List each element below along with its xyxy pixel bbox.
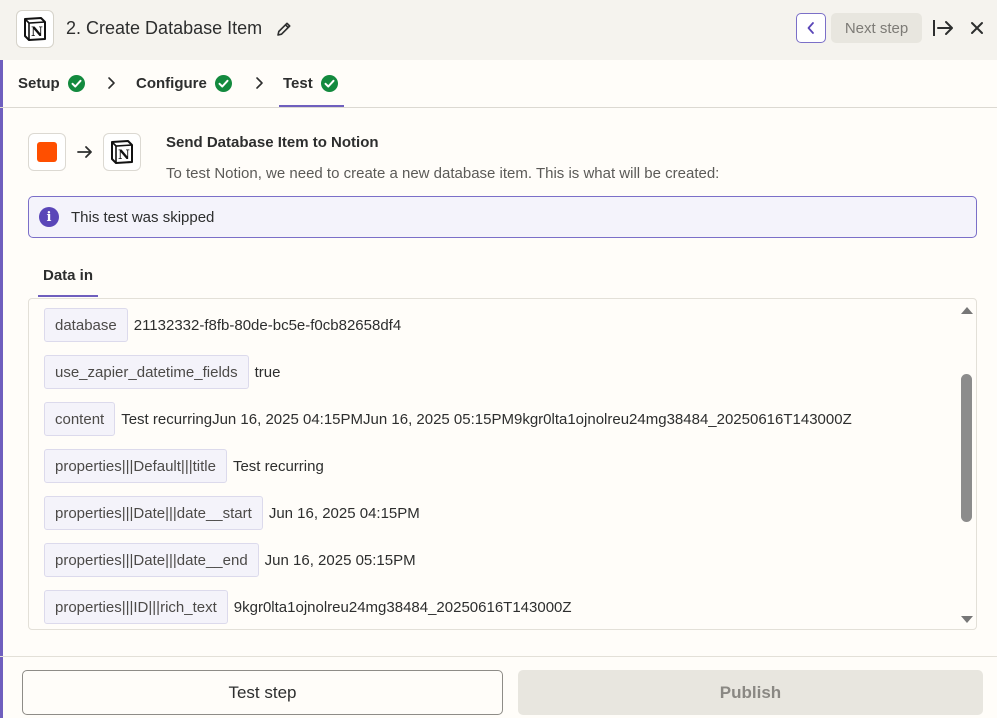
notion-app-icon: N xyxy=(103,133,141,171)
close-icon[interactable] xyxy=(970,21,984,35)
notion-app-icon: N xyxy=(16,10,54,48)
tab-configure[interactable]: Configure xyxy=(136,60,232,107)
svg-text:N: N xyxy=(31,25,43,40)
data-row: properties|||Date|||date__start Jun 16, 2… xyxy=(44,496,954,530)
step-header: N 2. Create Database Item Next step xyxy=(0,0,997,60)
field-key[interactable]: content xyxy=(44,402,116,436)
chevron-right-icon xyxy=(108,77,115,89)
check-circle-icon xyxy=(214,75,232,92)
arrow-right-icon xyxy=(77,146,92,158)
field-value: 9kgr0lta1ojnolreu24mg38484_20250616T1430… xyxy=(233,598,572,616)
alert-text: This test was skipped xyxy=(71,208,215,226)
svg-text:N: N xyxy=(118,148,130,163)
previous-step-button[interactable] xyxy=(796,13,826,43)
step-tabs: Setup Configure Test xyxy=(0,60,997,108)
step-name: Create Database Item xyxy=(86,18,263,38)
field-key[interactable]: properties|||Default|||title xyxy=(44,449,227,483)
field-key[interactable]: properties|||Date|||date__start xyxy=(44,496,263,530)
data-row: use_zapier_datetime_fields true xyxy=(44,355,954,389)
data-row: content Test recurringJun 16, 2025 04:15P… xyxy=(44,402,954,436)
active-tab-indicator xyxy=(279,105,344,107)
tab-label: Setup xyxy=(18,75,60,92)
summary-description: To test Notion, we need to create a new … xyxy=(166,165,720,182)
data-row: properties|||ID|||rich_text 9kgr0lta1ojno… xyxy=(44,590,954,624)
skipped-alert: i This test was skipped xyxy=(28,196,977,238)
tab-data-in[interactable]: Data in xyxy=(43,267,93,284)
collapse-panel-icon[interactable] xyxy=(932,18,954,38)
field-key[interactable]: use_zapier_datetime_fields xyxy=(44,355,249,389)
tab-test[interactable]: Test xyxy=(283,60,338,107)
info-icon: i xyxy=(39,207,59,227)
chevron-right-icon xyxy=(256,77,263,89)
field-value: Jun 16, 2025 04:15PM xyxy=(268,504,420,522)
test-step-button[interactable]: Test step xyxy=(22,670,503,715)
tab-setup[interactable]: Setup xyxy=(18,60,85,107)
footer: Test step Publish xyxy=(0,656,997,718)
data-row: properties|||Default|||title Test recurri… xyxy=(44,449,954,483)
scrollbar-thumb[interactable] xyxy=(961,374,972,522)
step-title: 2. Create Database Item xyxy=(66,18,262,39)
pencil-icon[interactable] xyxy=(275,20,293,38)
data-rows: database 21132332-f8fb-80de-bc5e-f0cb8265… xyxy=(44,308,954,629)
chevron-left-icon xyxy=(807,22,814,34)
field-value: Test recurring xyxy=(232,457,324,475)
step-number: 2. xyxy=(66,18,82,38)
scroll-down-arrow-icon[interactable] xyxy=(960,615,974,625)
field-value: Jun 16, 2025 05:15PM xyxy=(264,551,416,569)
tab-label: Test xyxy=(283,75,313,92)
field-value: true xyxy=(254,363,281,381)
field-key[interactable]: database xyxy=(44,308,128,342)
field-key[interactable]: properties|||ID|||rich_text xyxy=(44,590,228,624)
data-row: database 21132332-f8fb-80de-bc5e-f0cb8265… xyxy=(44,308,954,342)
data-in-panel[interactable]: database 21132332-f8fb-80de-bc5e-f0cb8265… xyxy=(28,298,977,630)
field-value: 21132332-f8fb-80de-bc5e-f0cb82658df4 xyxy=(133,316,402,334)
summary-title: Send Database Item to Notion xyxy=(166,134,379,151)
data-row: properties|||Date|||date__end Jun 16, 202… xyxy=(44,543,954,577)
next-step-button[interactable]: Next step xyxy=(831,13,922,43)
publish-button[interactable]: Publish xyxy=(518,670,983,715)
scroll-up-arrow-icon[interactable] xyxy=(960,305,974,315)
check-circle-icon xyxy=(67,75,85,92)
check-circle-icon xyxy=(320,75,338,92)
field-value: Test recurringJun 16, 2025 04:15PMJun 16… xyxy=(121,410,852,428)
active-tab-indicator xyxy=(38,295,98,297)
tab-label: Configure xyxy=(136,75,207,92)
field-key[interactable]: properties|||Date|||date__end xyxy=(44,543,259,577)
trigger-app-icon xyxy=(28,133,66,171)
zapier-square-icon xyxy=(37,142,57,162)
